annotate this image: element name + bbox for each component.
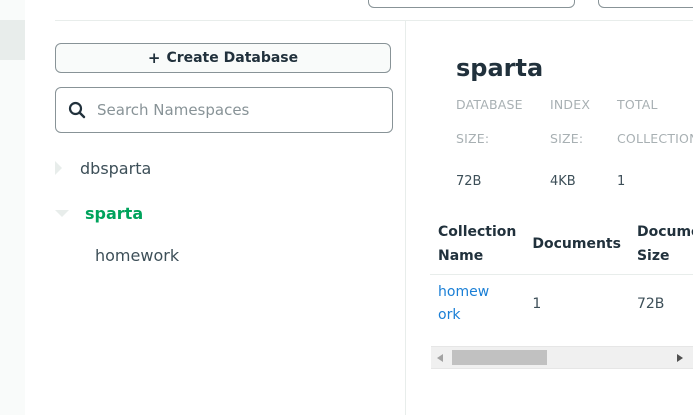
plus-icon: +: [147, 49, 161, 67]
app-root: + Create Database dbsparta sparta homewo…: [0, 0, 693, 415]
header-line: Documents: [532, 236, 621, 252]
stat-label-database-size-1: DATABASE: [456, 97, 523, 112]
header-divider: [55, 20, 693, 21]
collection-link[interactable]: homew ork: [438, 284, 489, 323]
database-title: sparta: [456, 54, 544, 82]
cell-documents-size: 72B: [636, 295, 665, 312]
header-button-2[interactable]: [598, 0, 693, 8]
stat-value-index-size: 4KB: [550, 174, 576, 189]
column-header-collection-name[interactable]: Collection Name: [430, 214, 525, 275]
stat-value-total-collections: 1: [617, 174, 626, 189]
collection-name: homework: [95, 246, 180, 265]
horizontal-scrollbar[interactable]: [431, 346, 693, 369]
scroll-left-arrow-icon[interactable]: [431, 347, 449, 368]
table-row: homew ork 1 72B: [430, 275, 693, 334]
create-database-label: Create Database: [166, 50, 299, 66]
search-namespaces-field[interactable]: [55, 87, 393, 133]
database-name: dbsparta: [80, 158, 152, 178]
header-line: Documents: [636, 224, 693, 240]
stat-label-total-collections-2: COLLECTIONS:: [617, 131, 693, 146]
header-line: Size: [636, 248, 670, 264]
stat-value-database-size: 72B: [456, 174, 482, 189]
cell-documents: 1: [532, 295, 542, 312]
cell-collection-name: homew ork: [430, 275, 524, 334]
header-button-1[interactable]: [368, 0, 575, 8]
search-icon: [68, 101, 86, 119]
tree-collection-homework[interactable]: homework: [95, 246, 179, 265]
column-header-documents[interactable]: Documents: [524, 214, 629, 275]
link-line: ork: [438, 307, 461, 323]
stat-label-index-size-2: SIZE:: [550, 131, 584, 146]
create-database-button[interactable]: + Create Database: [55, 43, 391, 73]
database-name: sparta: [85, 203, 144, 223]
scroll-right-arrow-icon[interactable]: [671, 347, 689, 368]
collections-table: Collection Name Documents Documents Size: [430, 214, 693, 333]
caret-right-icon[interactable]: [55, 161, 62, 175]
tree-database-dbsparta[interactable]: dbsparta: [55, 156, 151, 180]
table-header-row: Collection Name Documents Documents Size: [430, 214, 693, 275]
header-line: Collection: [438, 224, 517, 240]
link-line: homew: [438, 284, 490, 300]
column-header-documents-size[interactable]: Documents Size: [628, 214, 693, 275]
tree-database-sparta[interactable]: sparta: [55, 201, 143, 225]
stat-label-total-collections-1: TOTAL: [617, 97, 658, 112]
left-nav-active-item[interactable]: [0, 20, 25, 60]
stat-label-index-size-1: INDEX: [550, 97, 591, 112]
left-nav-rail: [0, 0, 25, 415]
scrollbar-thumb[interactable]: [452, 350, 547, 365]
header-line: Name: [438, 248, 484, 264]
panel-divider: [405, 21, 406, 415]
collections-table-wrapper: Collection Name Documents Documents Size: [430, 214, 693, 333]
caret-down-icon[interactable]: [55, 209, 69, 217]
search-namespaces-input[interactable]: [97, 101, 377, 119]
stat-label-database-size-2: SIZE:: [456, 131, 490, 146]
